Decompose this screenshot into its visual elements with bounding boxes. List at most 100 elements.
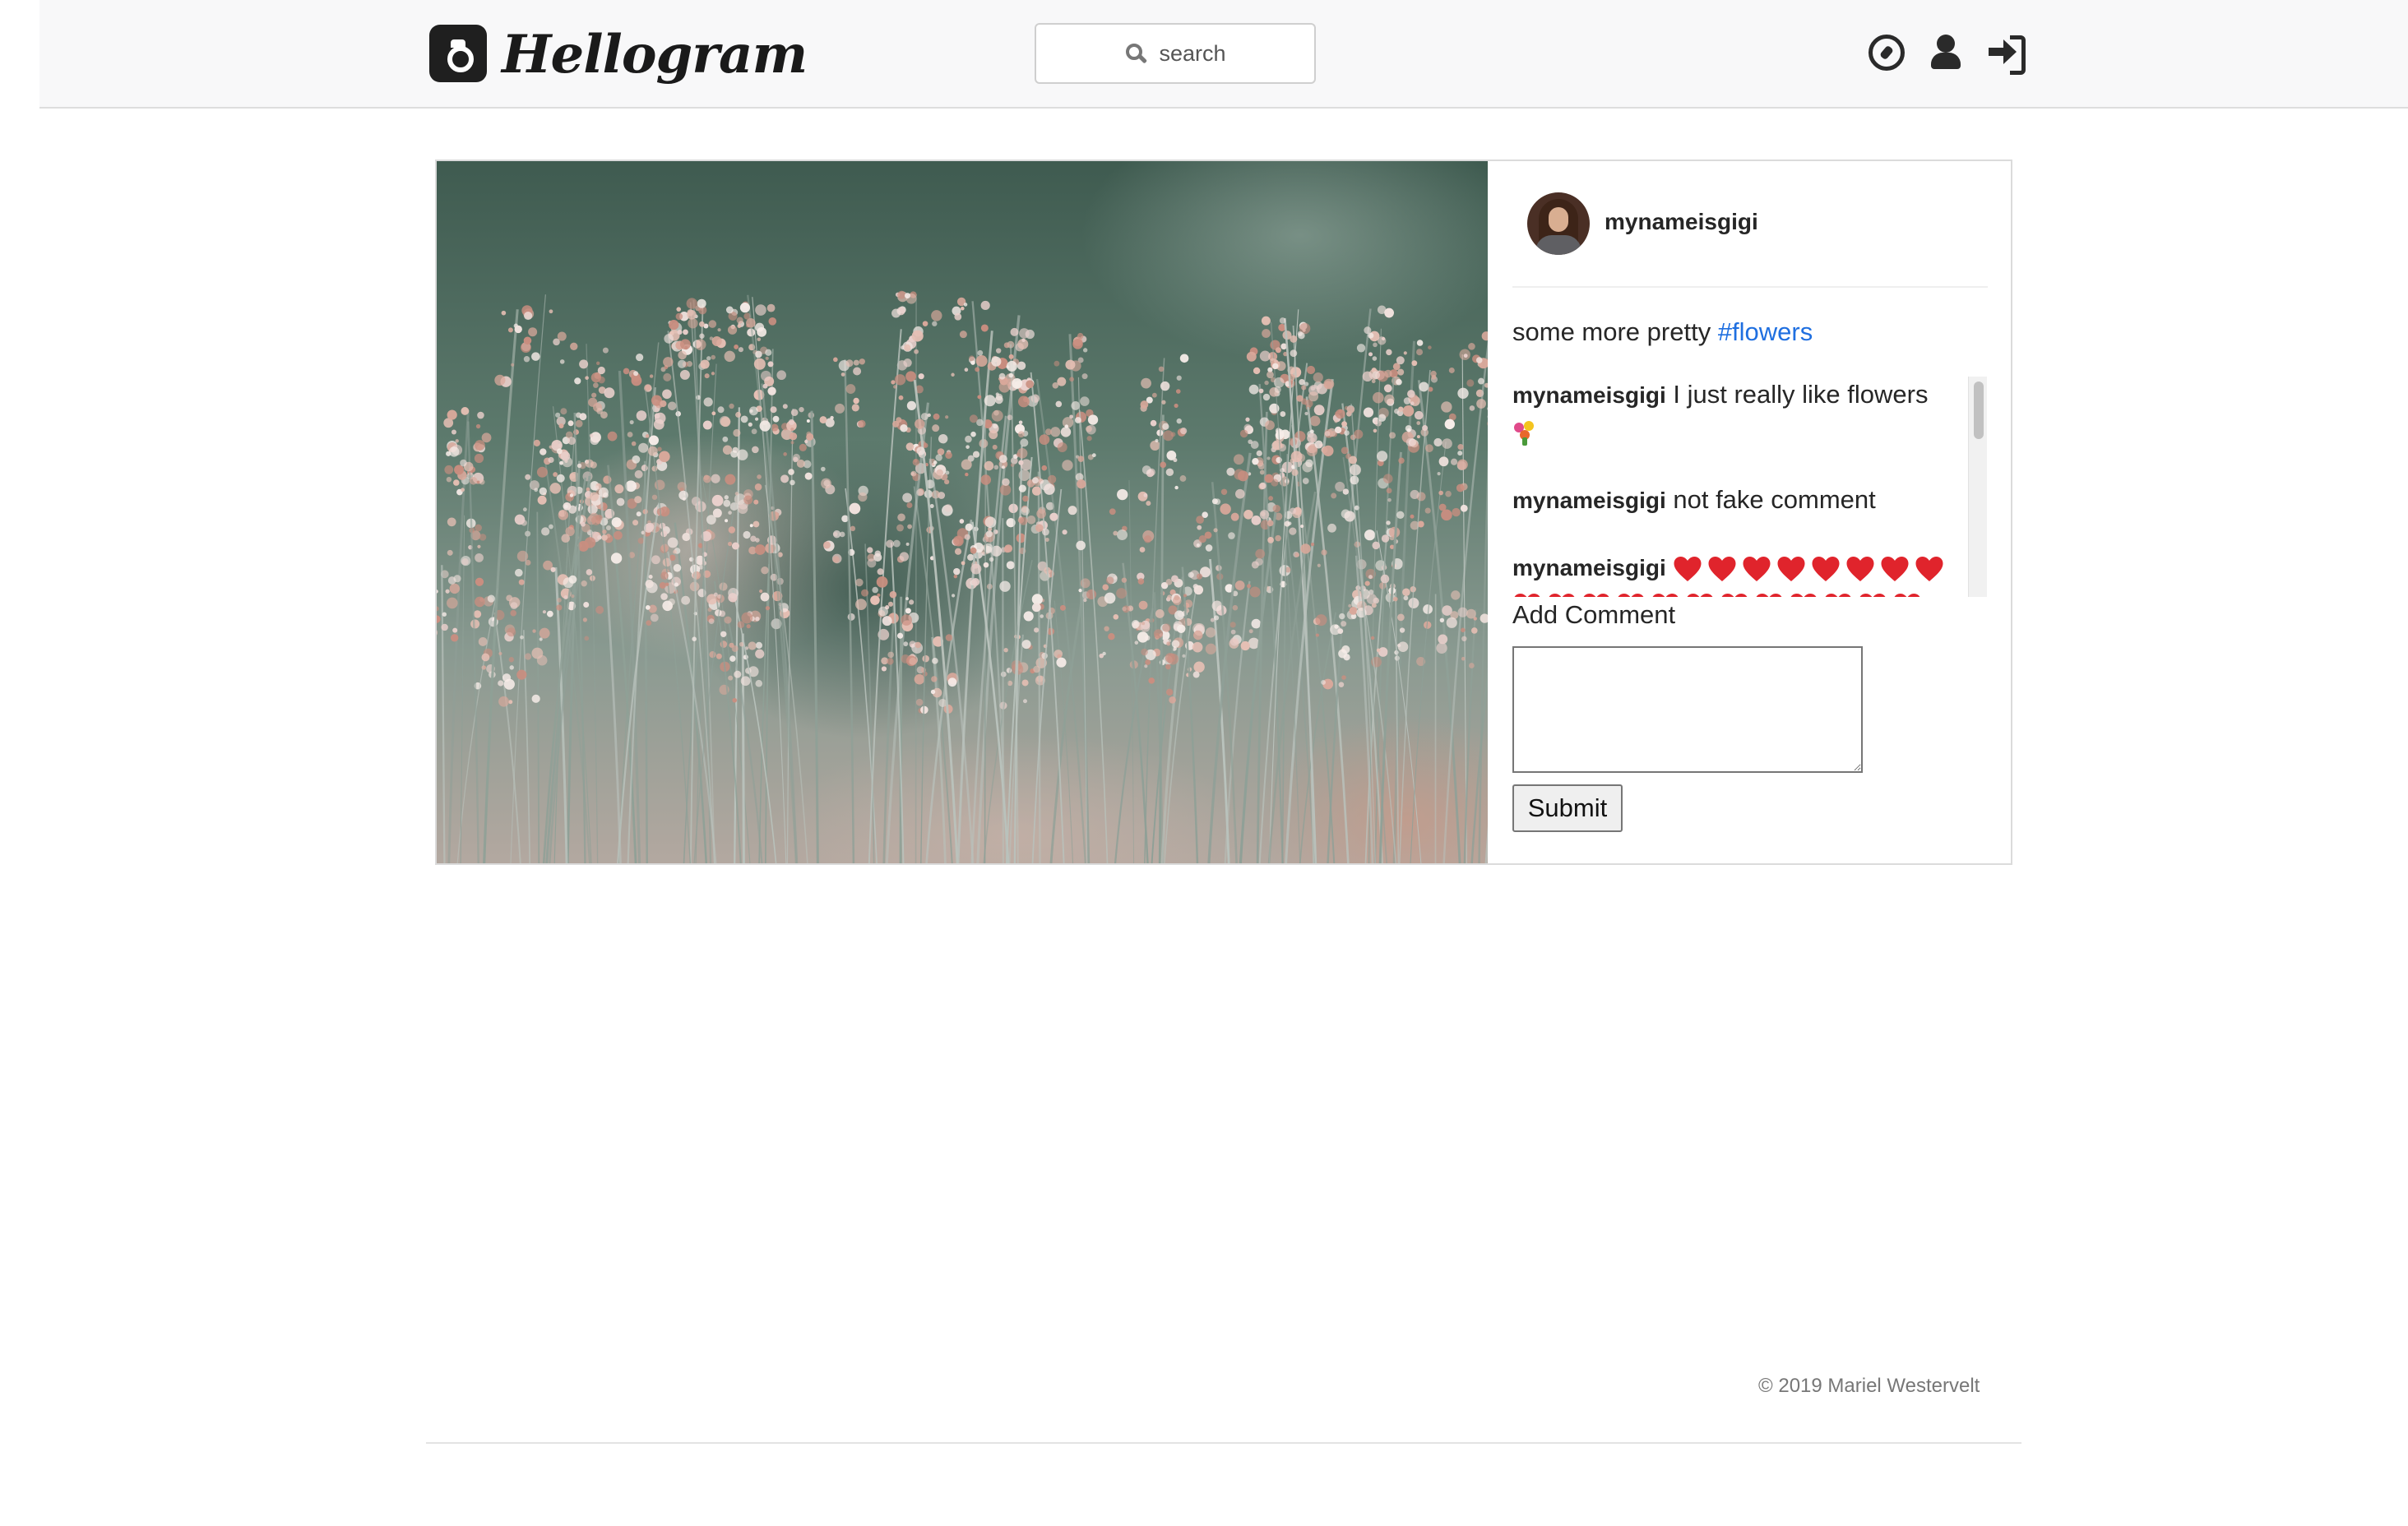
flower-speck — [1145, 659, 1151, 665]
flower-speck — [761, 370, 771, 382]
flower-speck — [766, 303, 776, 312]
flower-speck — [915, 641, 922, 649]
avatar[interactable] — [1527, 192, 1590, 255]
flower-speck — [590, 372, 601, 383]
flower-speck — [995, 348, 1002, 354]
flower-speck — [1067, 506, 1077, 516]
flower-speck — [738, 503, 748, 515]
flower-speck — [1274, 386, 1281, 393]
grass-stem — [1181, 566, 1199, 863]
flower-speck — [1317, 563, 1321, 567]
flower-speck — [989, 557, 994, 562]
grass-stem — [600, 489, 622, 863]
caption-hashtag-link[interactable]: #flowers — [1718, 317, 1813, 346]
flower-speck — [1294, 553, 1300, 557]
flower-speck — [1280, 443, 1285, 448]
flower-speck — [597, 366, 605, 375]
flower-speck — [1193, 585, 1204, 595]
flower-speck — [1062, 460, 1073, 471]
flower-speck — [1220, 503, 1231, 515]
flower-speck — [553, 338, 560, 346]
flower-speck — [1411, 360, 1418, 367]
flower-speck — [1456, 483, 1465, 492]
flower-speck — [989, 430, 998, 440]
flower-speck — [907, 524, 913, 529]
post-author[interactable]: mynameisgigi — [1605, 209, 1758, 235]
flower-speck — [961, 459, 972, 470]
flower-speck — [1428, 345, 1432, 349]
flower-speck — [1373, 428, 1378, 433]
flower-speck — [1050, 427, 1061, 437]
heart-icon — [1846, 556, 1874, 581]
flower-speck — [1060, 427, 1072, 437]
flower-speck — [753, 358, 766, 370]
flower-speck — [542, 610, 547, 614]
flower-speck — [867, 558, 877, 568]
flower-speck — [1438, 456, 1449, 467]
flower-speck — [539, 448, 547, 455]
flower-speck — [1196, 573, 1202, 580]
flower-speck — [1476, 399, 1486, 409]
flower-speck — [1192, 641, 1203, 653]
flower-speck — [539, 627, 550, 639]
comment-scrollbar[interactable] — [1968, 377, 1987, 597]
flower-speck — [1370, 636, 1375, 640]
comment-list[interactable]: mynameisgigi I just really like flowers … — [1512, 377, 1984, 597]
camera-icon[interactable] — [429, 25, 487, 82]
flower-speck — [1337, 628, 1344, 635]
flower-speck — [1022, 699, 1027, 704]
flower-speck — [1296, 395, 1304, 402]
flower-speck — [1396, 378, 1402, 386]
flower-speck — [1183, 594, 1187, 598]
compass-icon[interactable] — [1869, 35, 1905, 71]
grass-stem — [483, 309, 519, 863]
comment-author[interactable]: mynameisgigi — [1512, 488, 1666, 513]
flower-speck — [1306, 365, 1316, 375]
flower-speck — [1031, 477, 1039, 484]
login-icon[interactable] — [1989, 35, 2026, 75]
flower-speck — [1165, 579, 1173, 585]
flower-speck — [510, 602, 518, 609]
flower-speck — [522, 507, 527, 512]
flower-speck — [1211, 600, 1223, 612]
submit-button[interactable]: Submit — [1512, 784, 1623, 832]
comment-author[interactable]: mynameisgigi — [1512, 382, 1666, 408]
flower-speck — [516, 669, 527, 680]
flower-speck — [546, 610, 553, 617]
flower-speck — [1175, 389, 1181, 394]
flower-speck — [1376, 451, 1388, 462]
flower-speck — [1331, 492, 1337, 499]
search-input[interactable]: search — [1035, 23, 1316, 84]
flower-speck — [444, 465, 454, 474]
flower-speck — [1055, 400, 1063, 408]
flower-speck — [479, 534, 487, 541]
flower-speck — [1307, 432, 1317, 443]
comment-author[interactable]: mynameisgigi — [1512, 555, 1666, 580]
flower-speck — [607, 431, 618, 442]
flower-speck — [914, 459, 918, 463]
flower-speck — [692, 636, 697, 641]
flower-speck — [589, 492, 599, 502]
flower-speck — [1407, 390, 1415, 398]
flower-speck — [889, 590, 897, 599]
flower-speck — [1117, 529, 1128, 541]
flower-speck — [1246, 351, 1257, 362]
flower-speck — [891, 380, 896, 385]
flower-speck — [947, 677, 957, 687]
user-icon[interactable] — [1928, 35, 1964, 71]
flower-speck — [1150, 419, 1157, 427]
flower-speck — [1076, 540, 1086, 551]
grass-stem — [732, 590, 777, 863]
flower-speck — [548, 456, 554, 464]
flower-speck — [1262, 393, 1271, 401]
flower-speck — [1102, 651, 1106, 656]
flower-speck — [984, 516, 997, 528]
brand-logo-text[interactable]: Hellogram — [502, 18, 808, 92]
flower-speck — [1396, 356, 1405, 365]
flower-speck — [886, 539, 894, 548]
flower-speck — [1021, 338, 1026, 343]
flower-speck — [602, 529, 607, 534]
flower-speck — [1416, 421, 1421, 425]
flower-speck — [550, 566, 556, 572]
comment-textarea[interactable] — [1512, 646, 1863, 773]
